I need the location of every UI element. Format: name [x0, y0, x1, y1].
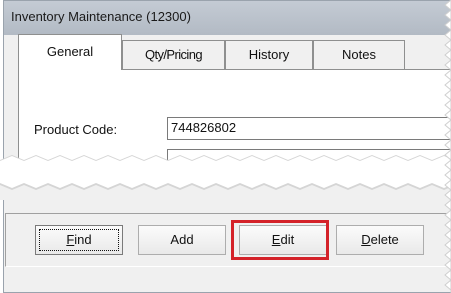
add-button[interactable]: Add	[138, 225, 226, 255]
window-title: Inventory Maintenance (12300)	[11, 9, 191, 24]
find-button[interactable]: Find	[35, 225, 123, 255]
product-code-input[interactable]: 744826802	[167, 117, 451, 140]
delete-mnemonic: D	[361, 232, 371, 247]
title-bar[interactable]: Inventory Maintenance (12300)	[4, 1, 451, 35]
tab-notes[interactable]: Notes	[313, 40, 405, 70]
product-code-label: Product Code:	[34, 122, 118, 137]
add-label: Add	[170, 232, 194, 247]
tab-qty-pricing[interactable]: Qty/Pricing	[122, 40, 225, 70]
delete-button[interactable]: Delete	[336, 225, 424, 255]
torn-edge-divider	[0, 155, 451, 200]
focus-rectangle	[39, 229, 119, 251]
edit-button[interactable]: Edit	[239, 225, 327, 255]
edit-label-rest: dit	[280, 232, 295, 247]
tab-general[interactable]: General	[18, 34, 122, 70]
delete-label-rest: elete	[370, 232, 399, 247]
tab-history[interactable]: History	[225, 40, 313, 70]
torn-right-edge	[444, 0, 451, 293]
